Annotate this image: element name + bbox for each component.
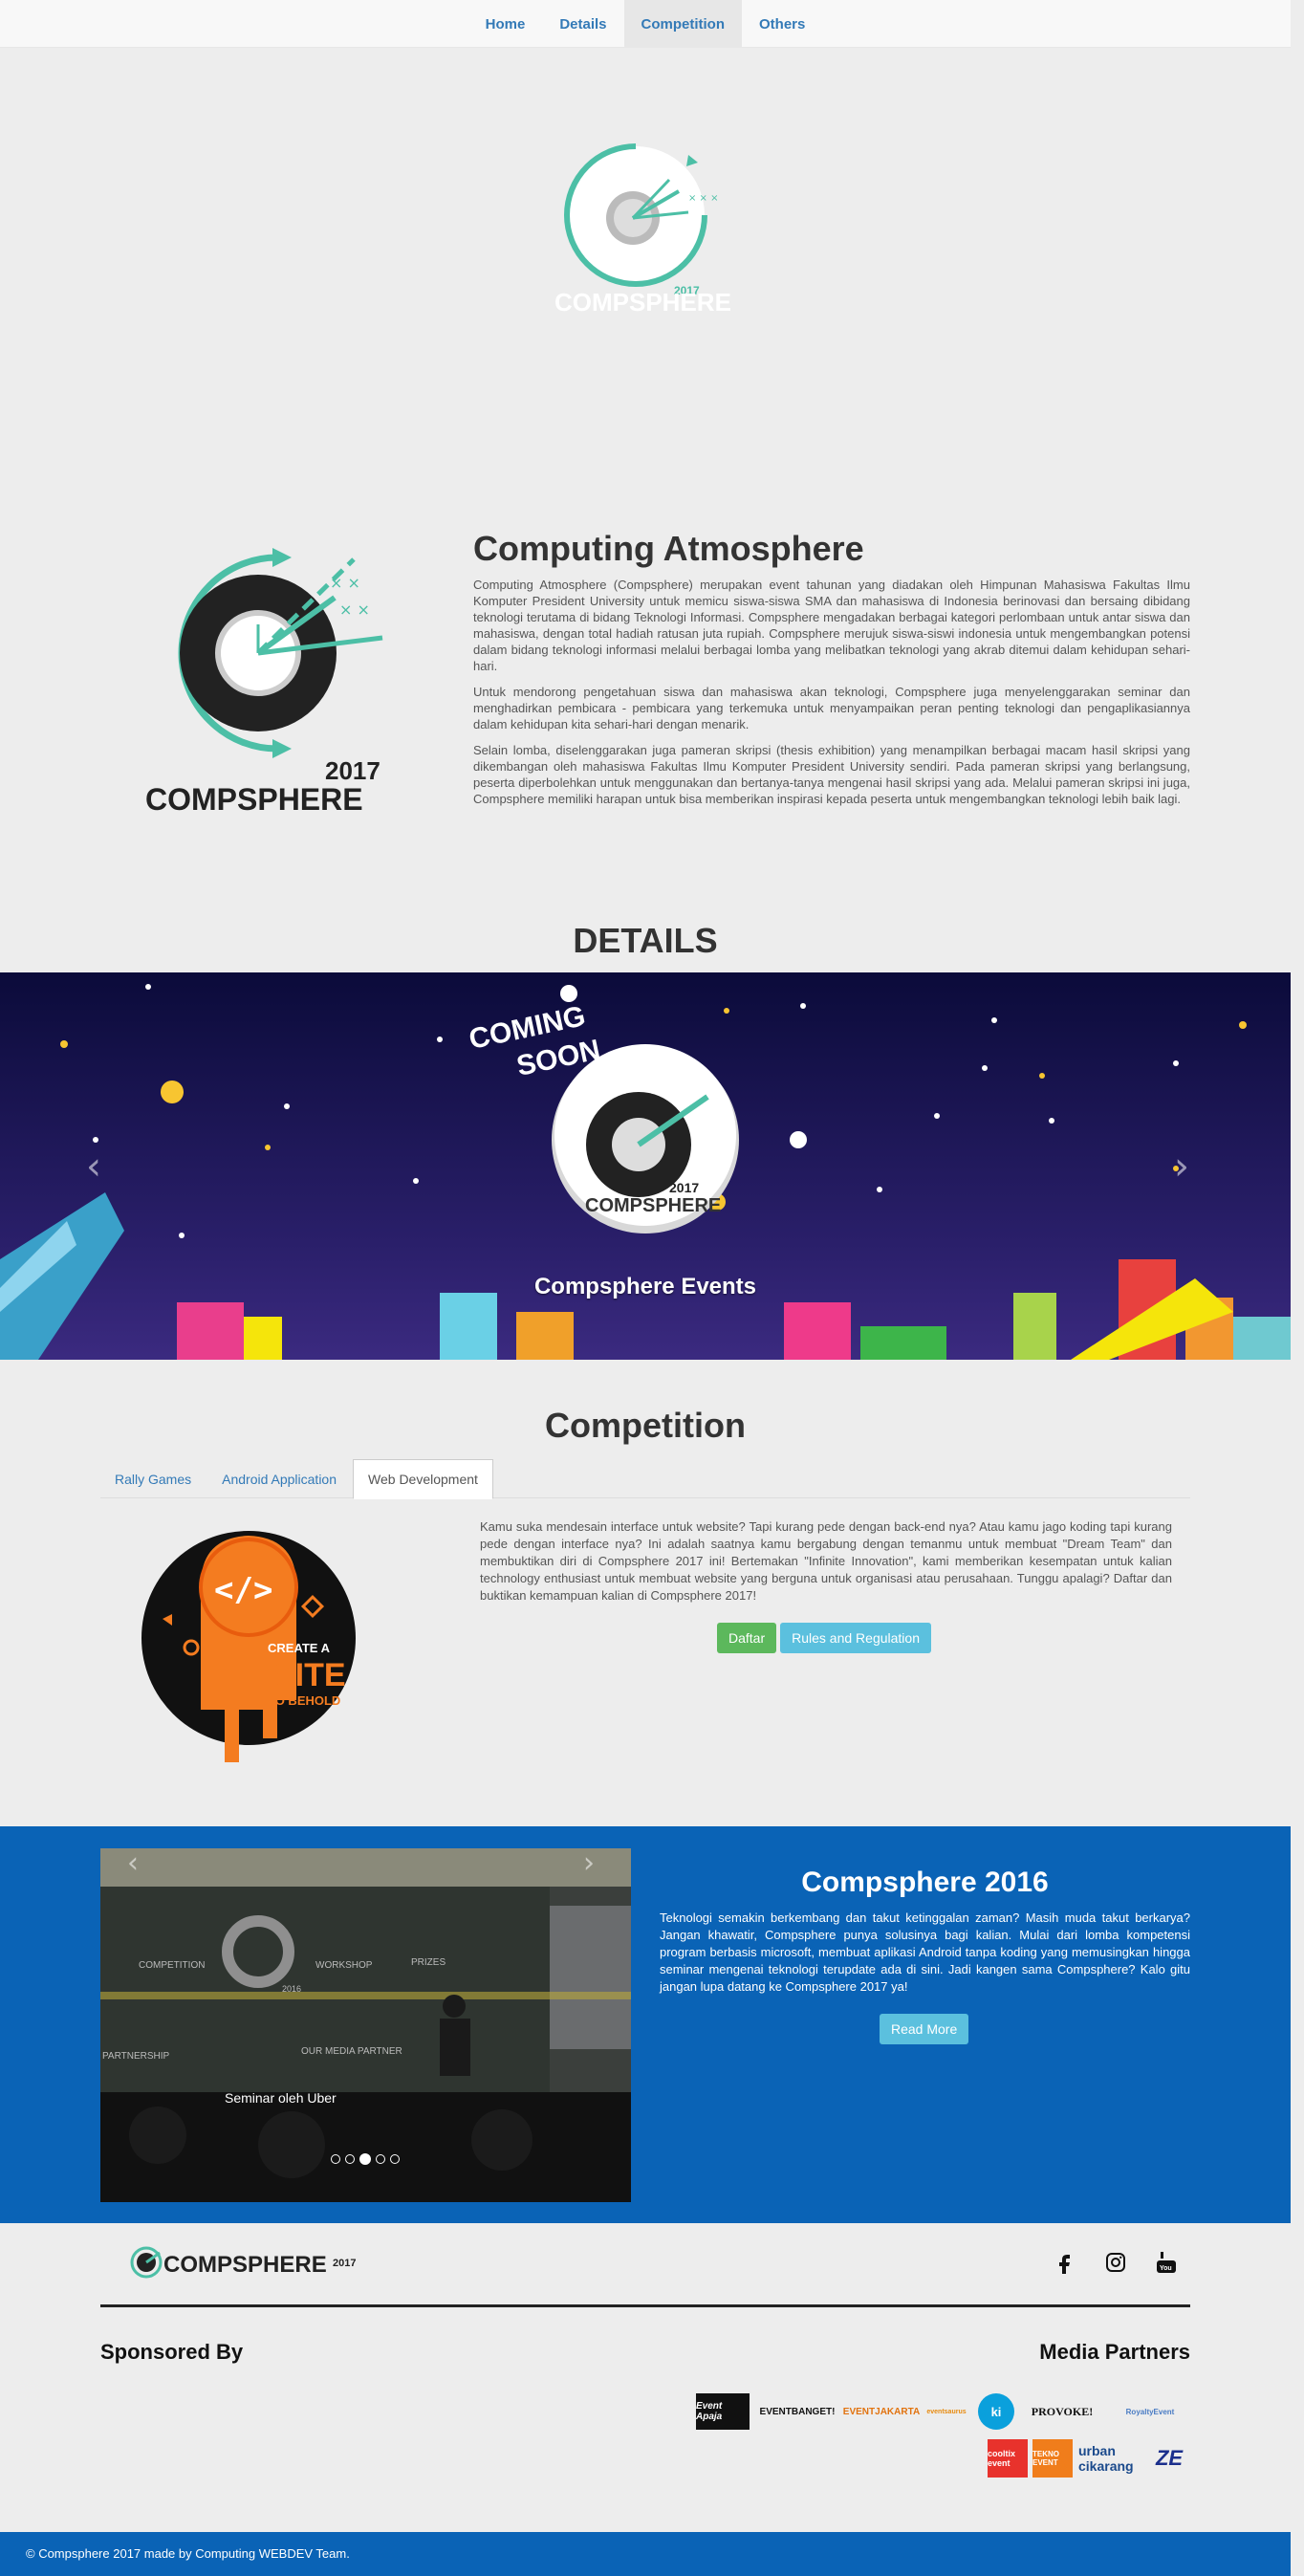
photo-sign-partnership: PARTNERSHIP xyxy=(102,2051,170,2062)
banner-prev-arrow[interactable]: ‹ xyxy=(86,1145,101,1189)
about-paragraph: Selain lomba, diselenggarakan juga pamer… xyxy=(473,743,1190,806)
partner-logo[interactable]: eventsaurus xyxy=(926,2395,966,2428)
about-paragraph: Computing Atmosphere (Compsphere) merupa… xyxy=(473,578,1190,673)
photo-next-arrow[interactable]: › xyxy=(583,1848,595,1880)
details-title: DETAILS xyxy=(573,921,718,960)
footer-logo-brand: COMPSPHERE xyxy=(163,2252,327,2278)
carousel-dot[interactable] xyxy=(390,2154,400,2164)
about-paragraph: Untuk mendorong pengetahuan siswa dan ma… xyxy=(473,685,1190,731)
photo-caption: Seminar oleh Uber xyxy=(225,2090,337,2106)
svg-text:× ×: × × xyxy=(339,600,370,619)
partner-logo[interactable]: cooltix event xyxy=(988,2439,1028,2478)
youtube-icon[interactable]: You xyxy=(1155,2251,1178,2274)
competition-description: Kamu suka mendesain interface untuk webs… xyxy=(480,1519,1172,1603)
competition-actions: Daftar Rules and Regulation xyxy=(717,1623,931,1653)
carousel-dot[interactable] xyxy=(376,2154,385,2164)
copyright-text: © Compsphere 2017 made by Computing WEBD… xyxy=(26,2546,350,2561)
photo-carousel-indicators xyxy=(331,2153,400,2165)
nav-others[interactable]: Others xyxy=(742,0,822,48)
illustration-text-site: SITE xyxy=(273,1657,346,1693)
seminar-photo: COMPETITION WORKSHOP PRIZES PARTNERSHIP … xyxy=(100,1848,631,2202)
partner-logo[interactable]: urban cikarang xyxy=(1078,2439,1141,2478)
hero-compsphere-logo: × × × 2017 COMPSPHERE xyxy=(554,143,731,317)
rules-button[interactable]: Rules and Regulation xyxy=(780,1623,931,1653)
tab-android-application[interactable]: Android Application xyxy=(207,1459,351,1498)
coming-soon-banner-art: 2017 COMPSPHERE COMING SOON xyxy=(0,984,1291,1360)
partner-logo[interactable]: TEKNO EVENT xyxy=(1032,2439,1073,2478)
seminar-photo-carousel[interactable]: COMPETITION WORKSHOP PRIZES PARTNERSHIP … xyxy=(100,1848,631,2202)
banner-logo-brand: COMPSPHERE xyxy=(585,1195,721,1216)
banner-next-arrow[interactable]: › xyxy=(1174,1145,1189,1189)
nav-competition[interactable]: Competition xyxy=(623,0,743,48)
footer-logo[interactable]: COMPSPHERE 2017 xyxy=(127,2243,366,2281)
banner-caption: Compsphere Events xyxy=(533,1274,757,1299)
footer-logo-year: 2017 xyxy=(333,2258,356,2269)
photo-sign-competition: COMPETITION xyxy=(139,1960,205,1971)
compsphere-2016-text: Teknologi semakin berkembang dan takut k… xyxy=(660,1910,1190,1994)
about-title: Computing Atmosphere xyxy=(473,529,864,568)
nav-details[interactable]: Details xyxy=(542,0,623,48)
partner-logo[interactable]: PROVOKE! xyxy=(1024,2401,1100,2422)
copyright-bar: © Compsphere 2017 made by Computing WEBD… xyxy=(0,2532,1291,2576)
tab-rally-games[interactable]: Rally Games xyxy=(100,1459,206,1498)
compsphere-2016-title: Compsphere 2016 xyxy=(801,1867,1049,1898)
competition-tabs: Rally Games Android Application Web Deve… xyxy=(100,1459,1190,1499)
read-more-button[interactable]: Read More xyxy=(880,2014,969,2044)
banner-logo-year: 2017 xyxy=(669,1180,699,1195)
partner-logo[interactable]: EVENTBANGET! xyxy=(757,2403,837,2420)
top-navbar: Home Details Competition Others xyxy=(0,0,1291,48)
tab-web-development[interactable]: Web Development xyxy=(353,1459,493,1499)
photo-prev-arrow[interactable]: ‹ xyxy=(127,1848,139,1880)
facebook-icon[interactable] xyxy=(1054,2251,1076,2274)
partner-logo[interactable]: ZE xyxy=(1149,2443,1189,2474)
page: Home Details Competition Others × × × 20… xyxy=(0,0,1304,2576)
details-carousel[interactable]: 2017 COMPSPHERE COMING SOON ‹ › xyxy=(0,972,1291,1360)
partner-logo[interactable]: EVENTJAKARTA xyxy=(841,2403,922,2420)
about-text: Computing Atmosphere (Compsphere) merupa… xyxy=(473,577,1190,817)
carousel-dot[interactable] xyxy=(331,2154,340,2164)
illustration-text-create: CREATE A xyxy=(268,1641,331,1655)
svg-text:× × ×: × × × xyxy=(688,193,719,204)
nav-home[interactable]: Home xyxy=(468,0,543,48)
footer-divider xyxy=(100,2304,1190,2307)
illustration-text-behold: TO BEHOLD xyxy=(268,1693,340,1708)
about-compsphere-logo: × × × × 2017 COMPSPHERE xyxy=(145,548,383,817)
photo-sign-prizes: PRIZES xyxy=(411,1957,446,1968)
carousel-dot-active[interactable] xyxy=(359,2153,371,2165)
sponsored-by-heading: Sponsored By xyxy=(100,2340,244,2364)
instagram-icon[interactable] xyxy=(1104,2251,1127,2274)
hero-logo-brand: COMPSPHERE xyxy=(554,288,731,317)
partner-logo[interactable]: RoyaltyEvent xyxy=(1110,2403,1190,2420)
photo-sign-media-partner: OUR MEDIA PARTNER xyxy=(301,2046,402,2057)
web-development-illustration: </> CREATE A SITE TO BEHOLD xyxy=(141,1531,356,1762)
svg-text:× ×: × × xyxy=(330,574,360,592)
register-button[interactable]: Daftar xyxy=(717,1623,777,1653)
photo-sign-workshop: WORKSHOP xyxy=(315,1960,373,1971)
svg-text:You: You xyxy=(1160,2265,1172,2272)
about-logo-brand: COMPSPHERE xyxy=(145,782,363,817)
competition-title: Competition xyxy=(545,1406,746,1445)
partner-logo[interactable]: ki xyxy=(978,2393,1014,2430)
partner-logo[interactable]: Event Apaja xyxy=(696,2393,750,2430)
svg-text:</>: </> xyxy=(214,1571,272,1609)
media-partners-heading: Media Partners xyxy=(1039,2340,1190,2364)
carousel-dot[interactable] xyxy=(345,2154,355,2164)
about-logo-year: 2017 xyxy=(325,756,380,785)
